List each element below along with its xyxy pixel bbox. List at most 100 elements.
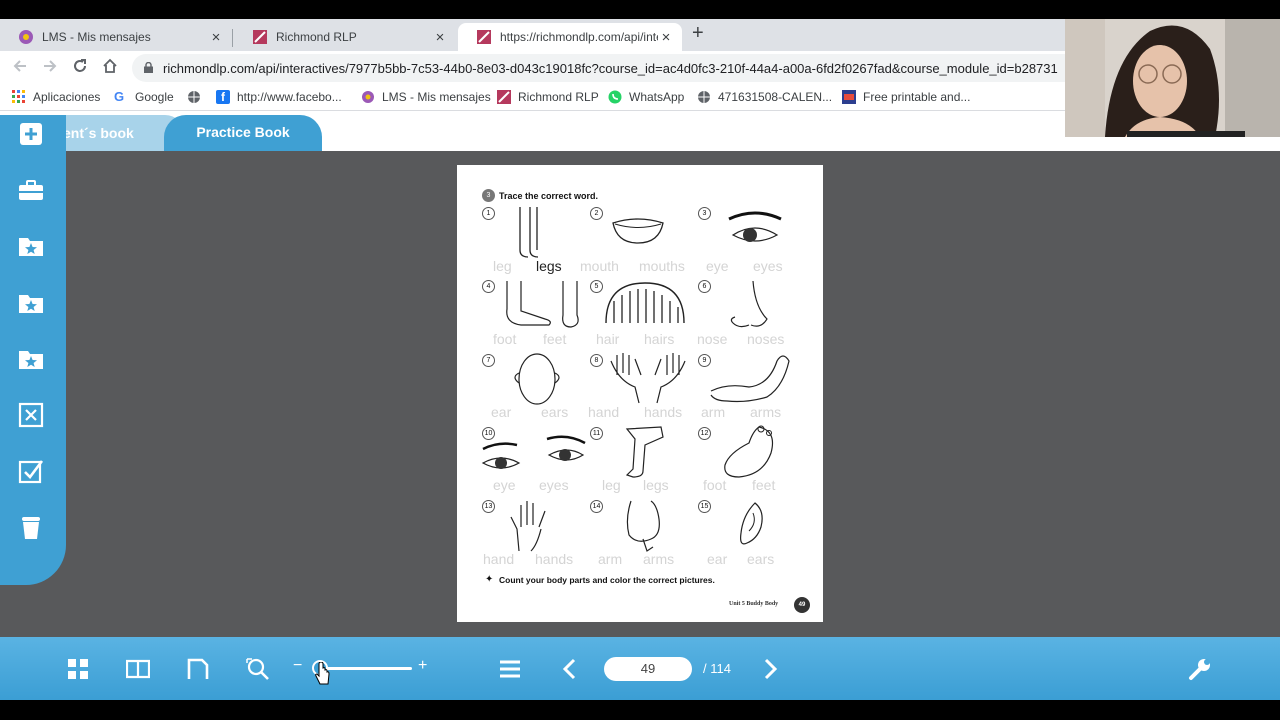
bookmark-whatsapp[interactable]: WhatsApp — [608, 90, 684, 104]
legs-drawing — [519, 207, 539, 258]
trace-word: foot — [493, 331, 517, 347]
trace-word: arm — [701, 404, 726, 420]
zoom-in-button[interactable]: + — [418, 657, 427, 675]
arrow-left-icon — [13, 60, 26, 72]
trace-word-written: legs — [536, 258, 562, 274]
bookmark-calendar[interactable]: 471631508-CALEN... — [697, 90, 832, 104]
bookmark-google[interactable]: G Google — [114, 89, 174, 105]
home-button[interactable] — [100, 58, 120, 78]
trace-word: feet — [543, 331, 567, 347]
tab-close-icon[interactable]: × — [432, 29, 448, 46]
reload-icon — [74, 59, 86, 72]
webcam-video — [1065, 19, 1280, 137]
zoom-slider-track[interactable] — [318, 667, 412, 670]
trace-word: ears — [541, 404, 569, 420]
trace-word: leg — [602, 477, 621, 493]
zoom-area-icon[interactable] — [246, 657, 270, 681]
item-number: 15 — [698, 500, 711, 513]
facebook-icon: f — [216, 90, 230, 104]
hair-drawing — [605, 282, 685, 324]
trace-word: eye — [706, 258, 729, 274]
trace-word: noses — [747, 331, 785, 347]
tab-close-icon[interactable]: × — [658, 29, 674, 46]
bookmark-label: WhatsApp — [629, 90, 685, 104]
arrow-right-icon — [44, 60, 57, 72]
add-bookmark-icon[interactable] — [18, 121, 44, 147]
eye-drawing — [728, 211, 782, 242]
hand-drawing — [510, 501, 546, 552]
tab-title: https://richmondlp.com/api/inte — [500, 30, 658, 44]
bookmark-richmond[interactable]: Richmond RLP — [497, 90, 599, 104]
tab-title: Richmond RLP — [276, 30, 357, 44]
forward-button[interactable] — [40, 58, 60, 78]
tab-separator — [232, 29, 233, 47]
star-folder-icon[interactable] — [18, 233, 44, 259]
item-number: 11 — [590, 427, 603, 440]
nose-drawing — [730, 280, 768, 328]
star-folder-icon[interactable] — [18, 346, 44, 372]
checkbox-icon[interactable] — [18, 458, 44, 484]
trace-word: foot — [703, 477, 727, 493]
menu-icon[interactable] — [498, 657, 522, 681]
sidebar — [0, 115, 66, 585]
briefcase-icon[interactable] — [18, 177, 44, 203]
page-corner-icon[interactable] — [186, 657, 210, 681]
page-number-input[interactable]: 49 — [604, 657, 692, 681]
previous-page-icon[interactable] — [558, 657, 582, 681]
globe-icon — [188, 91, 200, 103]
new-tab-button[interactable]: + — [692, 22, 704, 45]
google-icon: G — [114, 89, 125, 104]
reload-button[interactable] — [70, 58, 90, 78]
lms-favicon-icon — [362, 91, 374, 103]
leg-drawing — [625, 426, 664, 478]
item-number: 2 — [590, 207, 603, 220]
home-icon — [103, 58, 117, 73]
eyes-drawing — [481, 435, 586, 469]
two-page-view-icon[interactable] — [126, 657, 150, 681]
bookmark-facebook[interactable]: f http://www.facebo... — [216, 90, 342, 104]
close-box-icon[interactable] — [18, 402, 44, 428]
tab-practice-book-label: Practice Book — [196, 124, 290, 140]
richmond-favicon-icon — [253, 30, 267, 44]
trace-word: hands — [535, 551, 574, 567]
tab-practice-book[interactable]: Practice Book — [164, 115, 322, 151]
globe-icon — [698, 91, 710, 103]
star-folder-icon[interactable] — [18, 290, 44, 316]
trace-word: hair — [596, 331, 620, 347]
tab-lms[interactable]: LMS - Mis mensajes × — [0, 23, 232, 51]
bookmark-label: Google — [135, 90, 174, 104]
zoom-out-button[interactable]: − — [293, 657, 302, 675]
bottom-bar — [0, 700, 1280, 720]
richmond-favicon-icon — [497, 90, 511, 104]
bookmark-facebook-url[interactable] — [187, 90, 208, 104]
trace-word: leg — [493, 258, 512, 274]
exercise-number-badge: 3 — [482, 189, 495, 202]
grid-view-icon[interactable] — [66, 657, 90, 681]
trace-word: mouths — [639, 258, 685, 274]
bookmark-apps[interactable]: Aplicaciones — [12, 90, 100, 104]
tab-title: LMS - Mis mensajes — [42, 30, 151, 44]
bookmark-label: Free printable and... — [863, 90, 971, 104]
trace-word: eye — [493, 477, 516, 493]
trace-word: hands — [644, 404, 683, 420]
item-number: 4 — [482, 280, 495, 293]
next-page-icon[interactable] — [758, 657, 782, 681]
tab-close-icon[interactable]: × — [208, 29, 224, 46]
wrench-icon[interactable] — [1188, 657, 1212, 681]
bookmark-label: http://www.facebo... — [237, 90, 342, 104]
unit-label: Unit 5 Buddy Body — [729, 601, 779, 607]
lock-icon — [144, 62, 153, 73]
tab-richmond[interactable]: Richmond RLP × — [234, 23, 456, 51]
feet-drawing — [506, 281, 579, 328]
bookmark-lms[interactable]: LMS - Mis mensajes — [361, 90, 491, 104]
worksheet-page: 3 Trace the correct word. 1 leg legs 2 m… — [457, 165, 823, 622]
bookmark-printable[interactable]: Free printable and... — [842, 90, 970, 104]
trace-word: arms — [750, 404, 782, 420]
ear-drawing — [740, 502, 763, 545]
back-button[interactable] — [10, 58, 30, 78]
tab-active[interactable]: https://richmondlp.com/api/inte × — [458, 23, 682, 51]
trash-can-icon[interactable] — [18, 514, 44, 540]
printable-favicon-icon — [842, 90, 856, 104]
trace-word: hairs — [644, 331, 675, 347]
tab-students-book-label: ent´s book — [63, 125, 134, 141]
